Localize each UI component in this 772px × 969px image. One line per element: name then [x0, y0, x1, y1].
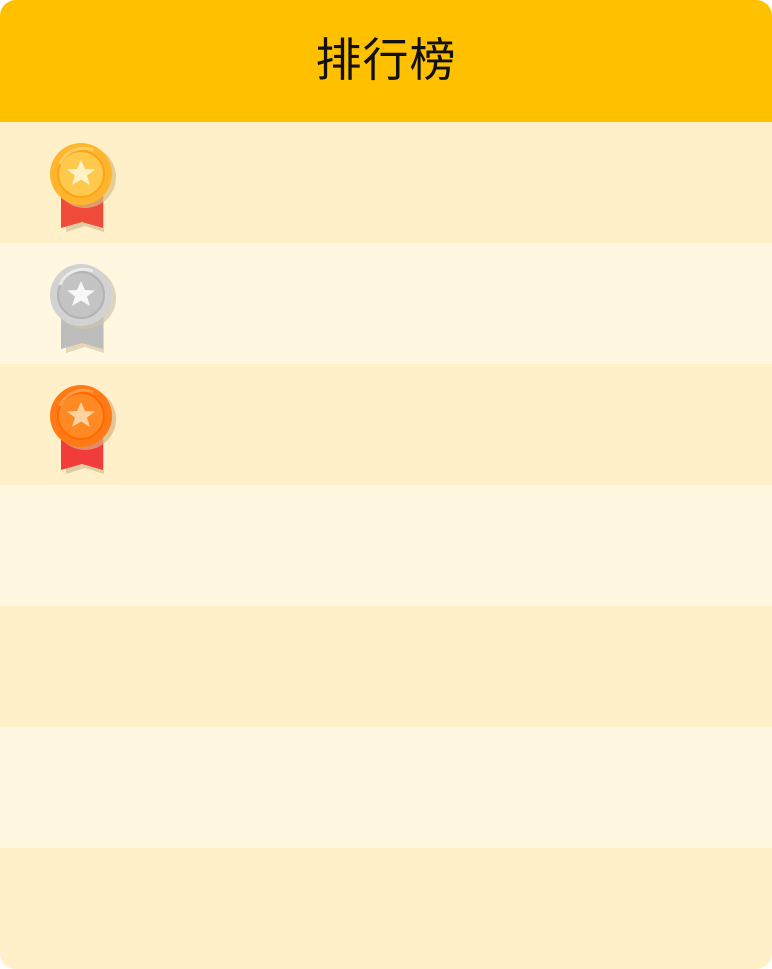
leaderboard-row[interactable]: [0, 606, 772, 727]
leaderboard-panel: 排行榜: [0, 0, 772, 969]
silver-medal-icon: [48, 263, 118, 353]
leaderboard-row[interactable]: [0, 727, 772, 848]
leaderboard-row[interactable]: [0, 122, 772, 243]
leaderboard-row[interactable]: [0, 364, 772, 485]
leaderboard-row[interactable]: [0, 485, 772, 606]
leaderboard-header: 排行榜: [0, 0, 772, 122]
leaderboard-row[interactable]: [0, 848, 772, 969]
gold-medal-icon: [48, 142, 118, 232]
leaderboard-row[interactable]: [0, 243, 772, 364]
bronze-medal-icon: [48, 384, 118, 474]
page-title: 排行榜: [315, 33, 457, 87]
leaderboard-list: [0, 122, 772, 969]
